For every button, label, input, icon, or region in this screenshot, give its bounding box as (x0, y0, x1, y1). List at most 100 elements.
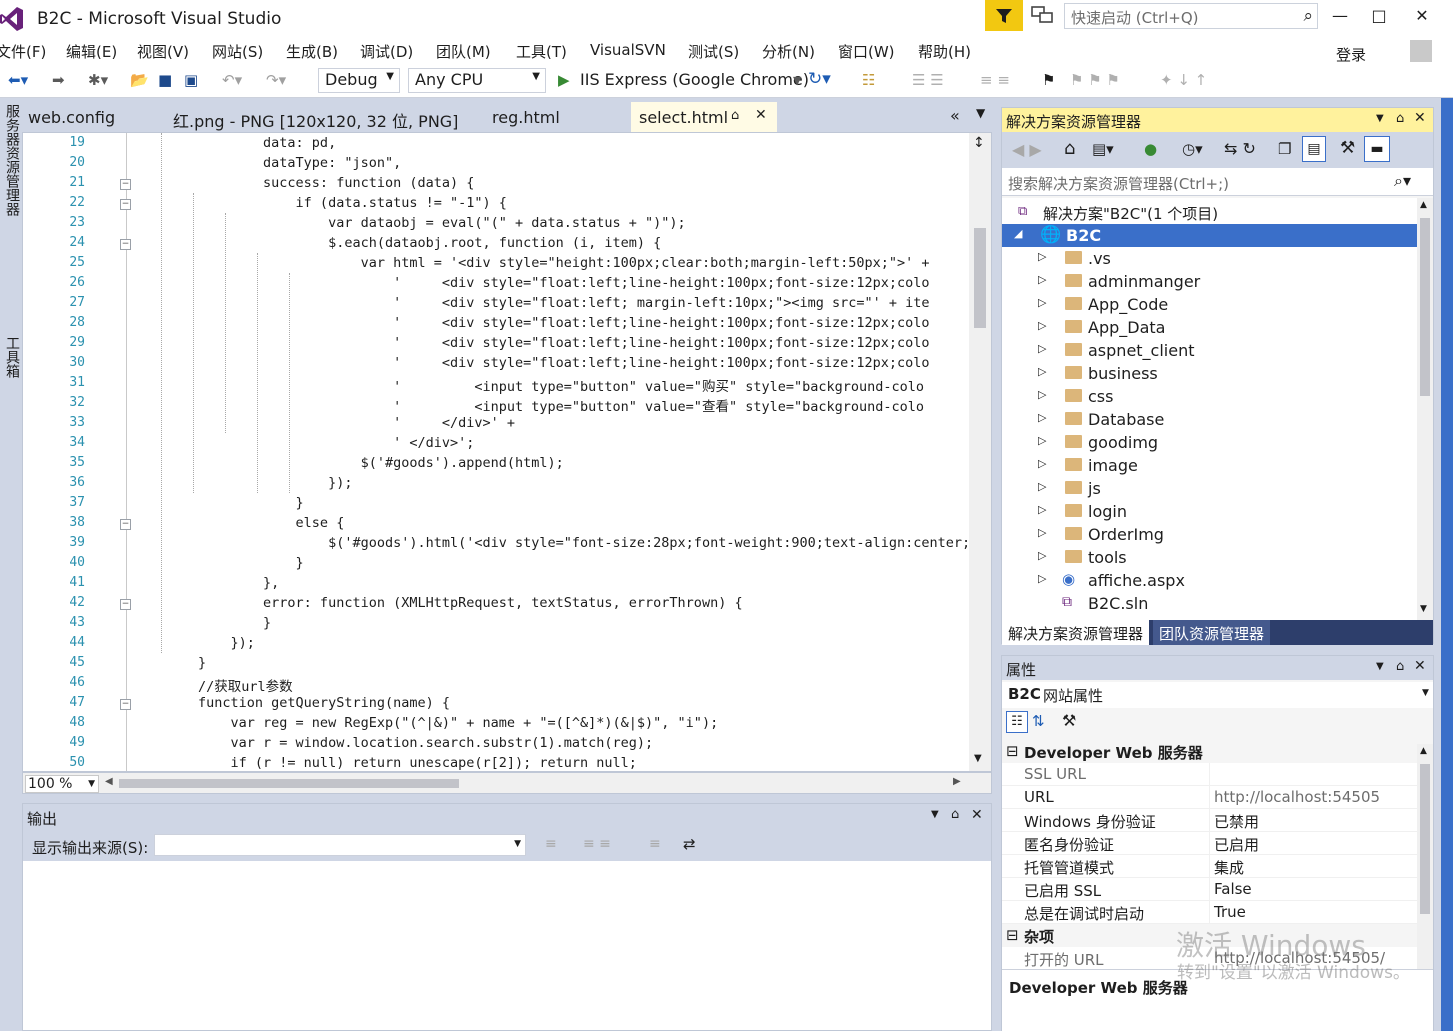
menu-analyze[interactable]: 分析(N) (762, 41, 815, 62)
code-line[interactable]: ' <div style="float:left; margin-left:10… (133, 295, 929, 311)
sign-in-link[interactable]: 登录 (1336, 44, 1366, 65)
close-icon[interactable]: ✕ (1414, 658, 1426, 674)
code-line[interactable]: error: function (XMLHttpRequest, textSta… (133, 595, 743, 611)
expand-icon[interactable]: ▷ (1038, 434, 1046, 447)
fold-toggle-icon[interactable]: − (120, 599, 131, 610)
open-file-icon[interactable]: 📂 (130, 71, 149, 89)
scroll-up-icon[interactable]: ▲ (1420, 746, 1427, 756)
tree-item[interactable]: ▷ js (1002, 477, 1417, 500)
tab-team-explorer[interactable]: 团队资源管理器 (1153, 620, 1271, 645)
horizontal-scroll-thumb[interactable] (119, 779, 459, 788)
comment-icon[interactable]: ☰ ☰ (912, 71, 944, 89)
code-line[interactable]: }); (133, 475, 352, 491)
code-line[interactable]: data: pd, (133, 135, 336, 151)
close-icon[interactable]: ✕ (971, 807, 983, 823)
server-explorer-tab[interactable]: 服务器资源管理器 (2, 104, 22, 216)
code-line[interactable]: $('#goods').append(html); (133, 455, 564, 471)
tab-red-png[interactable]: 红.png - PNG [120x120, 32 位, PNG] (173, 108, 458, 132)
chevron-down-icon[interactable]: ▼ (793, 74, 801, 87)
clear-all-icon[interactable]: ≡ (649, 836, 661, 852)
scroll-down-icon[interactable]: ▼ (1420, 604, 1427, 614)
property-row[interactable]: 已启用 SSL False (1002, 878, 1417, 901)
maximize-button[interactable]: □ (1357, 0, 1401, 31)
code-line[interactable]: //获取url参数 (133, 675, 293, 695)
pin-icon[interactable]: ⌂ (1396, 659, 1404, 674)
property-pages-wrench-icon[interactable]: ⚒ (1062, 711, 1076, 730)
expand-icon[interactable]: ▷ (1038, 457, 1046, 470)
code-line[interactable]: ' <input type="button" value="查看" style=… (133, 395, 924, 415)
expand-icon[interactable]: ▷ (1038, 480, 1046, 493)
refresh-icon[interactable]: ⇆ ↻ (1224, 139, 1256, 158)
pin-icon[interactable]: ⌂ (951, 807, 959, 822)
history-icon[interactable]: ◷▾ (1182, 140, 1203, 158)
tree-item[interactable]: ▷ login (1002, 500, 1417, 523)
play-icon[interactable]: ▶ (558, 71, 570, 89)
menu-visualsvn[interactable]: VisualSVN (590, 41, 666, 59)
menu-team[interactable]: 团队(M) (436, 41, 491, 62)
indent-icon[interactable]: ≡ ≡ (980, 71, 1010, 89)
fold-toggle-icon[interactable]: − (120, 519, 131, 530)
solution-search-input[interactable]: 搜索解决方案资源管理器(Ctrl+;) ⌕▾ (1002, 168, 1433, 196)
code-line[interactable]: ' </div>' + (133, 415, 515, 431)
navigate-back-icon[interactable]: ⬅▾ (8, 71, 28, 89)
preview-icon[interactable]: ▬ (1364, 136, 1390, 162)
fold-toggle-icon[interactable]: − (120, 239, 131, 250)
tab-web-config[interactable]: web.config (28, 108, 115, 127)
code-line[interactable]: else { (133, 515, 345, 531)
code-line[interactable]: }, (133, 575, 279, 591)
property-row[interactable]: SSL URL (1002, 763, 1417, 786)
code-line[interactable]: } (133, 655, 206, 671)
properties-wrench-icon[interactable]: ⚒ (1340, 138, 1355, 158)
minimize-button[interactable]: — (1318, 0, 1362, 31)
tree-item[interactable]: ▷ App_Code (1002, 293, 1417, 316)
collapse-icon[interactable]: ◢ (1014, 227, 1022, 240)
expand-icon[interactable]: ▷ (1038, 503, 1046, 516)
menu-debug[interactable]: 调试(D) (360, 41, 413, 62)
code-line[interactable]: $.each(dataobj.root, function (i, item) … (133, 235, 661, 251)
dropdown-icon[interactable]: ▼ (1376, 661, 1384, 672)
tree-item[interactable]: ▷ App_Data (1002, 316, 1417, 339)
tree-item[interactable]: ⧉ B2C.sln (1002, 592, 1417, 615)
scroll-up-icon[interactable]: ▲ (1420, 200, 1427, 210)
tree-solution-node[interactable]: ⧉ 解决方案"B2C"(1 个项目) (1002, 201, 1417, 224)
property-object-combo[interactable]: B2C 网站属性 ▼ (1002, 682, 1433, 708)
dropdown-icon[interactable]: ▼ (1376, 113, 1384, 124)
scroll-left-icon[interactable]: ◀ (105, 776, 113, 787)
fold-toggle-icon[interactable]: − (120, 179, 131, 190)
tree-item[interactable]: ▷ goodimg (1002, 431, 1417, 454)
navigate-forward-icon[interactable]: ➡ (52, 71, 65, 89)
account-icon[interactable] (1410, 40, 1432, 62)
output-source-combo[interactable]: ▼ (154, 834, 526, 856)
tree-item[interactable]: ▷ tools (1002, 546, 1417, 569)
property-row[interactable]: 匿名身份验证 已启用 (1002, 832, 1417, 855)
code-line[interactable]: var dataobj = eval("(" + data.status + "… (133, 215, 686, 231)
home-icon[interactable]: ⌂ (1064, 138, 1075, 159)
code-line[interactable]: success: function (data) { (133, 175, 474, 191)
pending-changes-icon[interactable]: ● (1144, 140, 1157, 158)
menu-website[interactable]: 网站(S) (212, 41, 263, 62)
bookmark-icon[interactable]: ⚑ (1042, 71, 1055, 89)
code-line[interactable]: }); (133, 635, 255, 651)
code-line[interactable]: if (r != null) return unescape(r[2]); re… (133, 755, 637, 771)
close-button[interactable]: ✕ (1400, 0, 1444, 31)
property-row[interactable]: Windows 身份验证 已禁用 (1002, 809, 1417, 832)
expand-icon[interactable]: ▷ (1038, 526, 1046, 539)
property-row[interactable]: 托管管道模式 集成 (1002, 855, 1417, 878)
menu-window[interactable]: 窗口(W) (838, 41, 895, 62)
expand-icon[interactable]: ▷ (1038, 250, 1046, 263)
expand-icon[interactable]: ▷ (1038, 273, 1046, 286)
code-line[interactable]: } (133, 615, 271, 631)
code-line[interactable]: ' <div style="float:left;line-height:100… (133, 315, 929, 331)
start-debugging-button[interactable]: IIS Express (Google Chrome) (580, 70, 809, 89)
tree-project-node[interactable]: ◢ 🌐 B2C (1002, 224, 1417, 247)
solution-tree-scrollbar[interactable]: ▲ ▼ (1417, 198, 1433, 620)
expand-icon[interactable]: ▷ (1038, 319, 1046, 332)
scroll-thumb[interactable] (1420, 764, 1430, 914)
code-line[interactable]: ' <input type="button" value="购买" style=… (133, 375, 924, 395)
refresh-icon[interactable]: ↻▾ (808, 69, 831, 89)
tree-item[interactable]: ▷ .vs (1002, 247, 1417, 270)
expand-icon[interactable]: ▷ (1038, 342, 1046, 355)
scroll-tabs-icon[interactable]: « (950, 106, 960, 125)
tree-item[interactable]: ▷ adminmanger (1002, 270, 1417, 293)
expand-icon[interactable]: ▷ (1038, 549, 1046, 562)
